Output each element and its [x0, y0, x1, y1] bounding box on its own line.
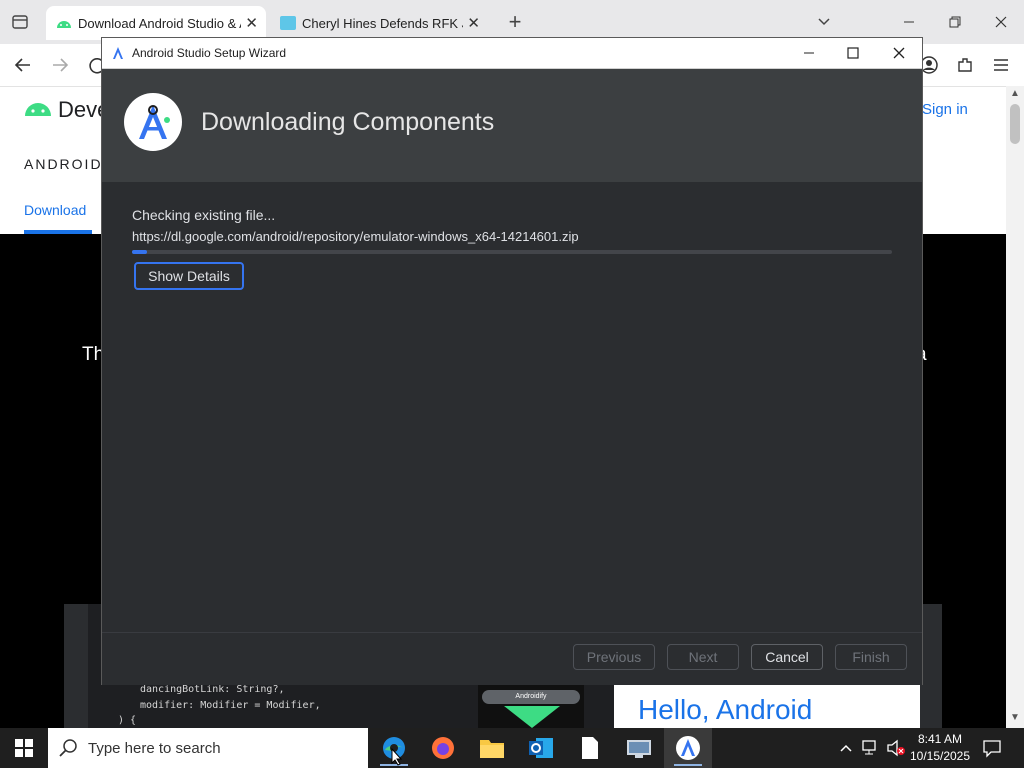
- progress-fill: [132, 250, 148, 254]
- windows-start-icon[interactable]: [0, 728, 48, 768]
- android-studio-taskbar-icon[interactable]: [664, 728, 712, 768]
- wizard-title-bar: Android Studio Setup Wizard: [102, 38, 922, 69]
- back-arrow-icon[interactable]: [12, 54, 34, 76]
- file-explorer-taskbar-icon[interactable]: [468, 728, 516, 768]
- wizard-minimize-button[interactable]: [786, 38, 832, 68]
- taskbar-search-box[interactable]: Type here to search: [48, 728, 368, 768]
- show-hidden-icons-chevron[interactable]: [838, 740, 854, 756]
- download-url: https://dl.google.com/android/repository…: [132, 229, 579, 244]
- network-icon[interactable]: [862, 739, 880, 757]
- wizard-maximize-button[interactable]: [830, 38, 876, 68]
- scroll-thumb[interactable]: [1010, 104, 1020, 144]
- nav-download-tab[interactable]: Download: [24, 202, 86, 218]
- outlook-taskbar-icon[interactable]: [517, 728, 565, 768]
- ide-sidebar: [64, 604, 88, 728]
- hero-text-left: Th: [82, 344, 105, 365]
- scroll-up-icon[interactable]: ▲: [1010, 88, 1020, 99]
- tab-search-chevron-icon[interactable]: [814, 12, 834, 32]
- clock-date[interactable]: 10/15/2025: [908, 749, 972, 763]
- wizard-header: Downloading Components: [102, 69, 922, 182]
- status-text: Checking existing file...: [132, 207, 276, 223]
- show-details-button[interactable]: Show Details: [134, 262, 244, 290]
- close-tab-icon[interactable]: ✕: [467, 14, 480, 32]
- tab-android-studio[interactable]: Download Android Studio & Ap ✕: [46, 6, 266, 40]
- finish-button[interactable]: Finish: [835, 644, 907, 670]
- android-studio-logo-icon: [124, 93, 182, 151]
- progress-track: [132, 250, 892, 254]
- tab-title: Download Android Studio & Ap: [78, 15, 242, 31]
- setup-wizard-window: Android Studio Setup Wizard Downloading …: [102, 38, 922, 685]
- firefox-taskbar-icon[interactable]: [419, 728, 467, 768]
- scroll-down-icon[interactable]: ▼: [1010, 712, 1020, 723]
- taskbar-indicator: [674, 764, 702, 766]
- wizard-body: Checking existing file... https://dl.goo…: [102, 182, 922, 632]
- clock-time[interactable]: 8:41 AM: [912, 732, 968, 746]
- previous-button[interactable]: Previous: [573, 644, 655, 670]
- ide-code-line: dancingBotLink: String?,: [140, 684, 285, 695]
- news-favicon: [280, 16, 296, 30]
- remote-desktop-taskbar-icon[interactable]: [615, 728, 663, 768]
- menu-icon[interactable]: [990, 54, 1012, 76]
- new-tab-button[interactable]: +: [502, 8, 528, 36]
- document-taskbar-icon[interactable]: [566, 728, 614, 768]
- android-logo-icon: [24, 99, 52, 117]
- sign-in-link[interactable]: Sign in: [922, 101, 968, 118]
- ide-right-toolbar: [920, 604, 942, 728]
- android-studio-small-icon: [112, 46, 124, 60]
- ide-hello-panel: Hello, Android: [614, 680, 920, 728]
- forward-arrow-icon[interactable]: [49, 54, 71, 76]
- browser-close-button[interactable]: [978, 0, 1024, 44]
- wizard-footer: Previous Next Cancel Finish: [102, 632, 922, 685]
- page-scrollbar[interactable]: ▲ ▼: [1006, 86, 1024, 728]
- ide-device-preview: Androidify: [478, 684, 584, 728]
- wizard-window-title: Android Studio Setup Wizard: [132, 46, 287, 60]
- close-tab-icon[interactable]: ✕: [245, 14, 258, 32]
- tab-title: Cheryl Hines Defends RFK Jr.'s I: [302, 15, 463, 31]
- extensions-icon[interactable]: [954, 54, 976, 76]
- cancel-button[interactable]: Cancel: [751, 644, 823, 670]
- tab-actions-icon[interactable]: [8, 10, 32, 34]
- search-placeholder: Type here to search: [88, 740, 221, 757]
- hello-android-text: Hello, Android: [638, 694, 813, 725]
- browser-restore-button[interactable]: [932, 0, 978, 44]
- tab-news[interactable]: Cheryl Hines Defends RFK Jr.'s I ✕: [272, 6, 488, 40]
- mouse-cursor-icon: [391, 748, 403, 766]
- volume-muted-icon[interactable]: [886, 739, 906, 757]
- notification-center-icon[interactable]: [982, 738, 1002, 758]
- windows-taskbar: Type here to search 8:41 AM 10/15/2025: [0, 728, 1024, 768]
- search-icon: [58, 738, 78, 758]
- ide-code-line: modifier: Modifier = Modifier,: [140, 700, 321, 711]
- ide-preview-pill: Androidify: [482, 690, 580, 704]
- next-button[interactable]: Next: [667, 644, 739, 670]
- ide-preview-shape: [504, 706, 560, 728]
- section-label: ANDROID: [24, 156, 103, 172]
- android-favicon: [56, 17, 72, 29]
- wizard-close-button[interactable]: [876, 38, 922, 68]
- wizard-heading: Downloading Components: [201, 108, 495, 136]
- ide-code-line: ) {: [118, 715, 137, 726]
